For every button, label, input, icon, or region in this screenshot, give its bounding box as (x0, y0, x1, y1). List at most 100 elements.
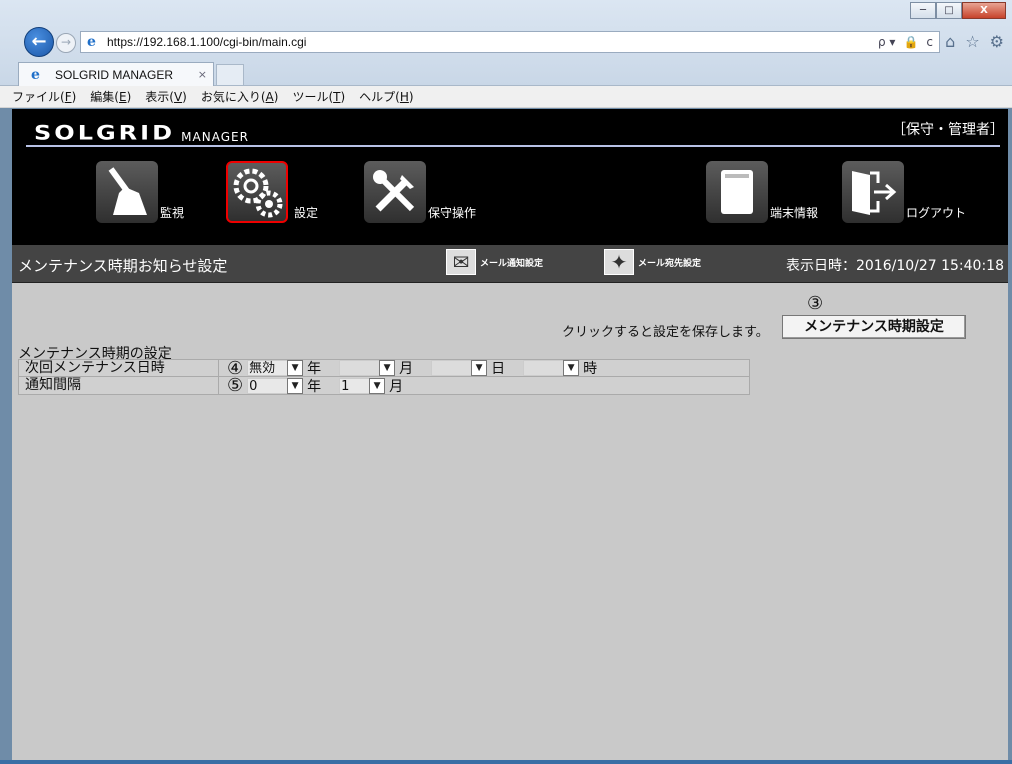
ie-icon: e (87, 34, 96, 50)
menu-item-0[interactable]: ファイル(F) (12, 88, 76, 105)
save-hint: クリックすると設定を保存します。 (562, 325, 769, 340)
logo-sub-text: MANAGER (181, 130, 249, 144)
maintenance-form: 次回メンテナンス日時 ④ 無効 ▼ 年 ▼ 月 ▼ 日 ▼ 時 通知間隔 ⑤ 0… (18, 358, 750, 396)
menu-item-2[interactable]: 表示(V) (145, 88, 187, 105)
chevron-down-icon: ▼ (379, 360, 396, 376)
window-bottom-edge (0, 760, 1012, 764)
back-button[interactable]: ← (24, 27, 54, 57)
menu-item-5[interactable]: ヘルプ(H) (359, 88, 413, 105)
hour-select[interactable]: ▼ (523, 360, 580, 376)
menu-text: V (173, 90, 183, 104)
nav-logout[interactable]: ログアウト (842, 161, 966, 223)
address-bar[interactable]: e https://192.168.1.100/cgi-bin/main.cgi… (80, 31, 940, 53)
chevron-down-icon: ▼ (563, 360, 580, 376)
mail-dest-link[interactable]: ✦ メール宛先設定 (604, 249, 701, 275)
tab-ie-icon: e (31, 66, 40, 83)
row-label: 次回メンテナンス日時 (19, 360, 219, 376)
row-label: 通知間隔 (19, 377, 219, 394)
logout-door-icon (842, 161, 904, 223)
new-tab-button[interactable] (216, 64, 244, 86)
mail-notify-label: メール通知設定 (480, 258, 544, 269)
maintenance-save-button[interactable]: メンテナンス時期設定 (782, 315, 966, 339)
sub-header: メンテナンス時期お知らせ設定 ① ✉ メール通知設定 ② ✦ メール宛先設定 表… (12, 223, 1008, 283)
mail-notify-link[interactable]: ✉ メール通知設定 (446, 249, 543, 275)
forward-button[interactable]: → (56, 33, 76, 53)
nav-monitor[interactable]: 監視 (96, 161, 184, 223)
gears-icon (226, 161, 288, 223)
month-select[interactable]: ▼ (339, 360, 396, 376)
url-text[interactable]: https://192.168.1.100/cgi-bin/main.cgi (107, 35, 878, 49)
star-icon[interactable]: ☆ (965, 32, 979, 51)
address-tools: ρ ▾ 🔒 c (878, 35, 939, 49)
home-icon[interactable]: ⌂ (945, 32, 955, 51)
close-window-button[interactable]: X (962, 2, 1006, 19)
solgrid-logo: SOLGRID MANAGER (34, 119, 249, 147)
menu-text: ファイル( (12, 90, 65, 104)
menu-text: ) (408, 90, 414, 104)
nav-terminal-info[interactable]: 端末情報 (706, 161, 818, 223)
refresh-icon[interactable]: c (926, 35, 933, 49)
envelope-icon: ✉ (446, 249, 476, 275)
chevron-down-icon: ▼ (287, 377, 304, 394)
browser-chrome: ─ □ X ← → e https://192.168.1.100/cgi-bi… (0, 0, 1012, 86)
unit-label: 時 (583, 361, 598, 377)
nav-label: ログアウト (906, 206, 967, 220)
year-select[interactable]: 無効 ▼ (247, 360, 304, 376)
toolbar-icons: ⌂ ☆ ⚙ (945, 32, 1004, 51)
menu-text: ヘルプ( (359, 90, 400, 104)
select-value: 1 (339, 377, 370, 394)
menu-bar: ファイル(F) 編集(E) 表示(V) お気に入り(A) ツール(T) ヘルプ(H) (0, 86, 1012, 108)
select-value (523, 360, 564, 376)
menu-text: ) (71, 90, 77, 104)
chevron-down-icon: ▼ (287, 360, 304, 376)
menu-text: 編集( (90, 90, 119, 104)
annotation-1: ① (454, 223, 471, 244)
tab-title: SOLGRID MANAGER (55, 67, 174, 82)
form-row-notify-interval: 通知間隔 ⑤ 0 ▼ 年 1 ▼ 月 (18, 375, 750, 396)
app-header: SOLGRID MANAGER ［保守・管理者］ 監視 設定 保守操作 端末情報… (12, 109, 1008, 245)
logo-main-text: SOLGRID (34, 121, 176, 145)
menu-text: ) (273, 90, 279, 104)
nav-label: 監視 (160, 206, 185, 220)
window-controls: ─ □ X (910, 2, 1006, 19)
menu-text: ) (340, 90, 346, 104)
interval-month-select[interactable]: 1 ▼ (339, 377, 386, 394)
terminal-box-icon (706, 161, 768, 223)
menu-text: E (118, 90, 127, 104)
nav-maintenance[interactable]: 保守操作 (364, 161, 476, 223)
menu-item-3[interactable]: お気に入り(A) (201, 88, 279, 105)
annotation-3: ③ (807, 293, 824, 314)
display-datetime: 表示日時：2016/10/27 15:40:18 (785, 258, 1004, 274)
lock-icon[interactable]: 🔒 (903, 35, 918, 49)
search-dropdown-icon[interactable]: ρ ▾ (878, 35, 895, 49)
page-title: メンテナンス時期お知らせ設定 (18, 257, 228, 275)
day-select[interactable]: ▼ (431, 360, 488, 376)
tools-icon (364, 161, 426, 223)
page-content: SOLGRID MANAGER ［保守・管理者］ 監視 設定 保守操作 端末情報… (12, 109, 1008, 760)
mail-address-icon: ✦ (604, 249, 634, 275)
menu-text: 表示( (145, 90, 174, 104)
annotation-5: ⑤ (227, 375, 244, 396)
select-value (431, 360, 472, 376)
unit-label: 年 (307, 378, 322, 395)
tab-close-icon[interactable]: × (198, 68, 207, 81)
maximize-button[interactable]: □ (936, 2, 962, 19)
interval-year-select[interactable]: 0 ▼ (247, 377, 304, 394)
chevron-down-icon: ▼ (471, 360, 488, 376)
unit-label: 日 (491, 361, 506, 377)
select-value: 無効 (247, 360, 288, 376)
annotation-2: ② (610, 223, 627, 244)
menu-text: ) (126, 90, 132, 104)
gear-icon[interactable]: ⚙ (990, 32, 1004, 51)
menu-item-1[interactable]: 編集(E) (90, 88, 131, 105)
header-divider (26, 145, 1000, 147)
menu-text: ツール( (292, 90, 334, 104)
tab-solgrid[interactable]: e SOLGRID MANAGER × (18, 62, 214, 86)
minimize-button[interactable]: ─ (910, 2, 936, 19)
nav-settings[interactable]: 設定 (226, 161, 318, 223)
select-value (339, 360, 380, 376)
menu-text: H (399, 90, 409, 104)
menu-item-4[interactable]: ツール(T) (292, 88, 345, 105)
tab-strip: e SOLGRID MANAGER × (0, 58, 1012, 86)
select-value: 0 (247, 377, 288, 394)
